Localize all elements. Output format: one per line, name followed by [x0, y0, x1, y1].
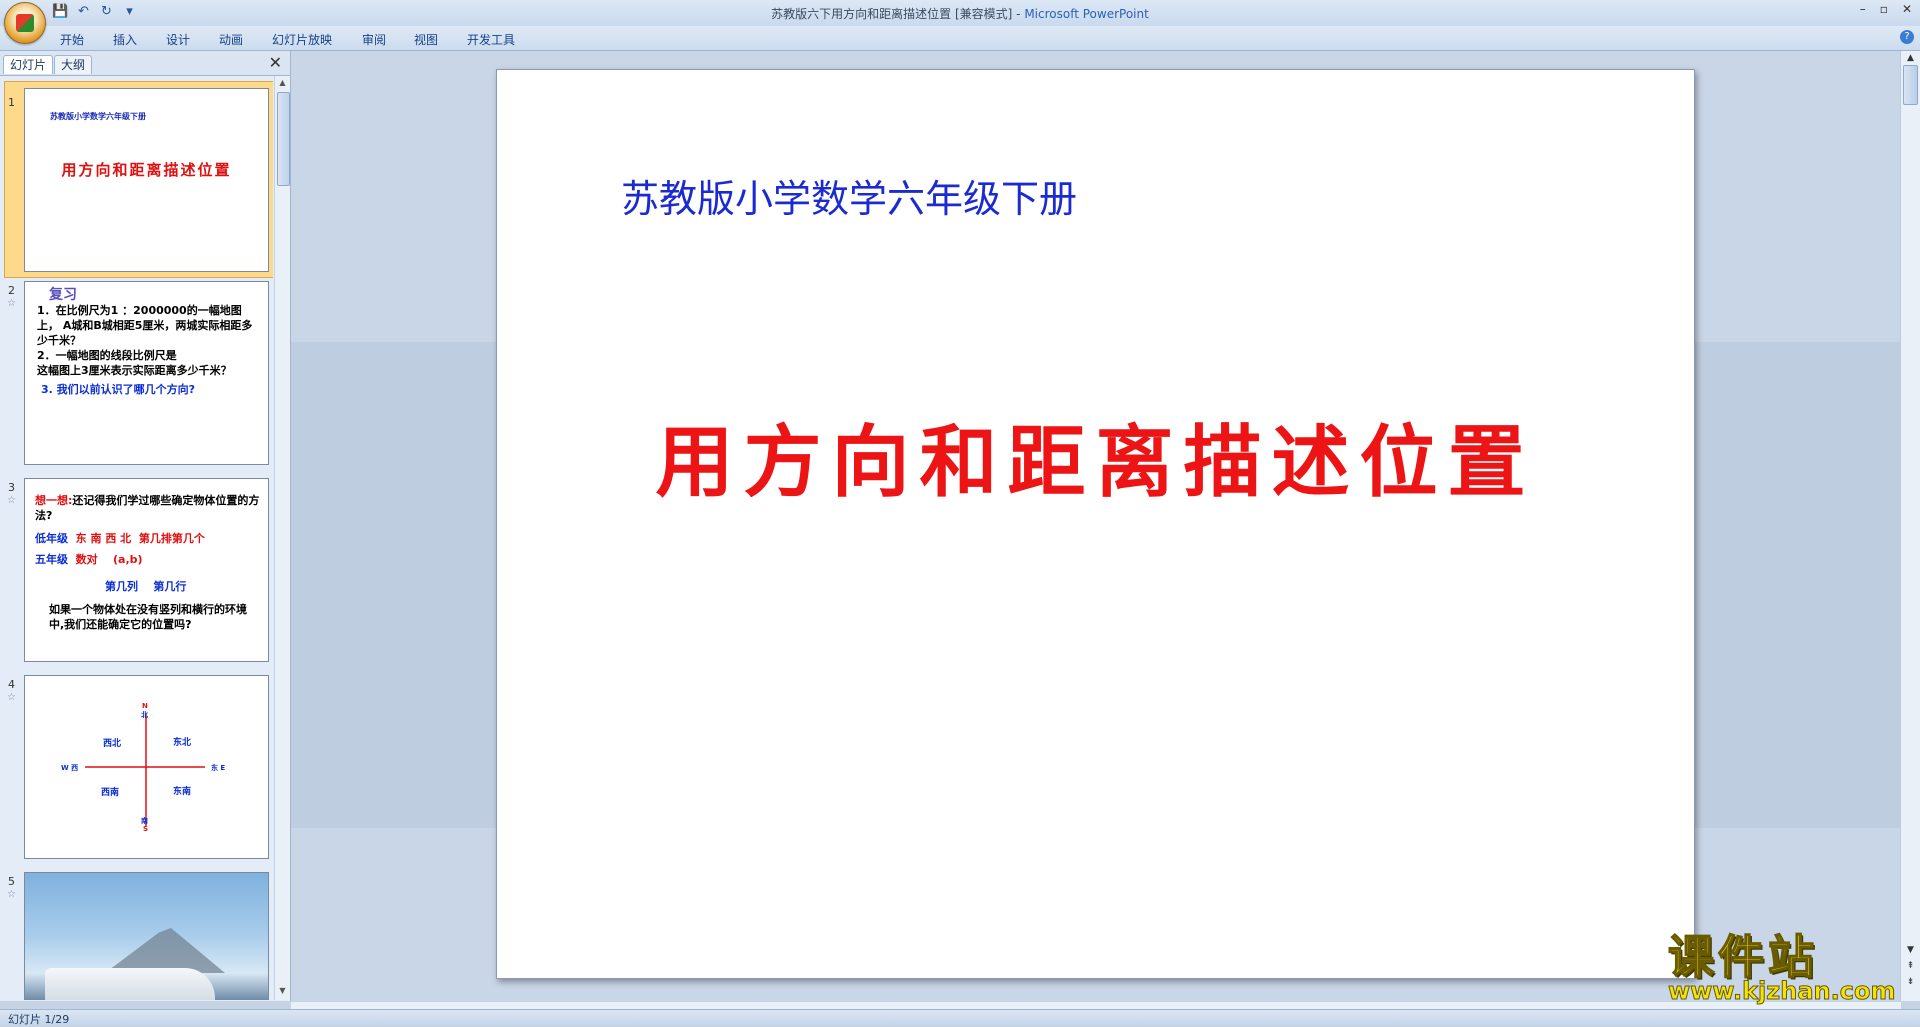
previous-slide-icon[interactable]: ⇞	[1904, 961, 1917, 971]
west-label: W 西	[61, 764, 79, 772]
next-slide-icon[interactable]: ⇟	[1904, 977, 1917, 987]
slide-thumbnail-2[interactable]: 复习 1．在比例尺为1 ：2000000的一幅地图上， A城和B城相距5厘米，两…	[24, 281, 269, 465]
thumb2-q1: 1．在比例尺为1 ：2000000的一幅地图上， A城和B城相距5厘米，两城实际…	[37, 304, 253, 347]
transition-icon: ☆	[7, 889, 16, 900]
status-bar: 幻灯片 1/29	[0, 1009, 1920, 1026]
minimize-button[interactable]: –	[1860, 2, 1866, 16]
transition-icon: ☆	[7, 298, 16, 309]
restore-button[interactable]: ▫	[1880, 2, 1888, 16]
ribbon-tabs: 开始 插入 设计 动画 幻灯片放映 审阅 视图 开发工具 ?	[0, 26, 1920, 51]
slide-thumbnail-1[interactable]: 苏教版小学数学六年级下册 用方向和距离描述位置	[24, 88, 269, 272]
watermark: 课件站 www.kjzhan.com	[1667, 921, 1904, 1006]
tab-outline[interactable]: 大纲	[54, 55, 93, 74]
north-label: 北	[141, 711, 148, 719]
watermark-url: www.kjzhan.com	[1667, 977, 1896, 1006]
title-bar: 💾 ↶ ↻ ▾ 苏教版六下用方向和距离描述位置 [兼容模式] - Microso…	[0, 0, 1920, 27]
slides-panel: 幻灯片 大纲 ✕ 1 苏教版小学数学六年级下册 用方向和距离描述位置 2 ☆ 复…	[0, 51, 291, 1001]
current-slide[interactable]: 苏教版小学数学六年级下册 用方向和距离描述位置	[496, 69, 1695, 979]
northwest-label: 西北	[103, 739, 122, 749]
transition-icon: ☆	[7, 495, 16, 506]
tab-design[interactable]: 设计	[166, 31, 190, 48]
scroll-up-icon[interactable]: ▲	[277, 78, 288, 90]
scroll-thumb[interactable]	[1903, 65, 1918, 105]
thumb3-row1-label: 低年级	[35, 532, 68, 545]
thumb1-subtitle: 苏教版小学数学六年级下册	[50, 112, 146, 121]
title-separator: -	[1012, 7, 1025, 21]
tab-developer[interactable]: 开发工具	[467, 31, 515, 48]
thumb1-title: 用方向和距离描述位置	[61, 161, 232, 179]
slide-number: 3	[8, 481, 15, 494]
document-title: 苏教版六下用方向和距离描述位置 [兼容模式]	[771, 7, 1013, 21]
office-logo-icon	[16, 14, 34, 32]
scroll-thumb[interactable]	[277, 92, 290, 186]
thumb3-question: 如果一个物体处在没有竖列和横行的环境中,我们还能确定它的位置吗?	[49, 603, 247, 631]
northeast-label: 东北	[173, 738, 192, 748]
editor-scrollbar[interactable]: ▲ ▼ ⇞ ⇟	[1900, 51, 1920, 1001]
north-letter: N	[142, 702, 148, 710]
panel-tabs: 幻灯片 大纲 ✕	[0, 51, 290, 76]
slide-number: 1	[8, 96, 15, 109]
thumb3-content: 想一想:还记得我们学过哪些确定物体位置的方法? 低年级 东 南 西 北 第几排第…	[35, 493, 260, 632]
thumb2-q3: 3. 我们以前认识了哪几个方向?	[41, 383, 196, 396]
close-button[interactable]: ✕	[1902, 2, 1912, 16]
transition-icon: ☆	[7, 692, 16, 703]
thumb3-row2-a: 数对	[75, 553, 98, 566]
slide-title[interactable]: 用方向和距离描述位置	[497, 400, 1694, 512]
tab-slides[interactable]: 幻灯片	[3, 55, 54, 74]
thumb2-heading: 复习	[49, 287, 77, 303]
thumb3-col: 第几列	[105, 580, 138, 593]
thumb3-row1-extra: 第几排第几个	[138, 532, 205, 545]
slide-editor: 苏教版小学数学六年级下册 用方向和距离描述位置	[291, 51, 1901, 1001]
compass-diagram: N 北 西北 东北 W 西 东 E 西南 东南 南 S	[25, 676, 268, 858]
tab-insert[interactable]: 插入	[113, 31, 137, 48]
thumb3-row2-b: (a,b)	[113, 553, 143, 566]
southwest-label: 西南	[101, 788, 120, 798]
window-title: 苏教版六下用方向和距离描述位置 [兼容模式] - Microsoft Power…	[0, 5, 1920, 22]
tab-review[interactable]: 审阅	[362, 31, 386, 48]
south-letter: S	[143, 825, 149, 833]
slide-thumbnail-4[interactable]: N 北 西北 东北 W 西 东 E 西南 东南 南 S	[24, 675, 269, 859]
tab-animation[interactable]: 动画	[219, 31, 243, 48]
app-name: Microsoft PowerPoint	[1024, 7, 1149, 21]
scroll-down-icon[interactable]: ▼	[1904, 945, 1917, 955]
tab-view[interactable]: 视图	[414, 31, 438, 48]
cruise-ship-photo	[25, 873, 268, 1000]
slide-number: 5	[8, 875, 15, 888]
help-icon[interactable]: ?	[1900, 30, 1914, 44]
mountain-shape	[105, 928, 225, 973]
tab-slideshow[interactable]: 幻灯片放映	[272, 31, 332, 48]
thumbnail-scrollbar[interactable]: ▲ ▼	[274, 76, 290, 1000]
scroll-up-icon[interactable]: ▲	[1904, 53, 1917, 63]
thumb3-prompt-label: 想一想:	[35, 494, 73, 507]
thumb3-row1-dirs: 东 南 西 北	[75, 532, 132, 545]
office-button[interactable]	[4, 2, 46, 44]
thumb2-content: 复习 1．在比例尺为1 ：2000000的一幅地图上， A城和B城相距5厘米，两…	[37, 288, 260, 397]
east-label: 东 E	[211, 764, 226, 772]
slide-thumbnail-3[interactable]: 想一想:还记得我们学过哪些确定物体位置的方法? 低年级 东 南 西 北 第几排第…	[24, 478, 269, 662]
southeast-label: 东南	[173, 787, 192, 797]
thumb3-row: 第几行	[153, 580, 187, 593]
thumb2-q2-tail: 这幅图上3厘米表示实际距离多少千米？	[37, 364, 232, 377]
window-controls: – ▫ ✕	[1860, 2, 1912, 16]
thumb3-row2-label: 五年级	[35, 553, 68, 566]
panel-close-icon[interactable]: ✕	[269, 53, 282, 72]
tab-home[interactable]: 开始	[60, 31, 84, 48]
scroll-down-icon[interactable]: ▼	[277, 986, 288, 998]
thumbnail-list: 1 苏教版小学数学六年级下册 用方向和距离描述位置 2 ☆ 复习 1．在比例尺为…	[0, 76, 273, 1000]
ship-shape	[45, 968, 215, 1000]
slide-number: 2	[8, 284, 15, 297]
slide-thumbnail-5[interactable]	[24, 872, 269, 1000]
slide-subtitle[interactable]: 苏教版小学数学六年级下册	[621, 168, 1077, 223]
thumb2-q2: 2．一幅地图的线段比例尺是	[37, 349, 177, 362]
slide-number: 4	[8, 678, 15, 691]
